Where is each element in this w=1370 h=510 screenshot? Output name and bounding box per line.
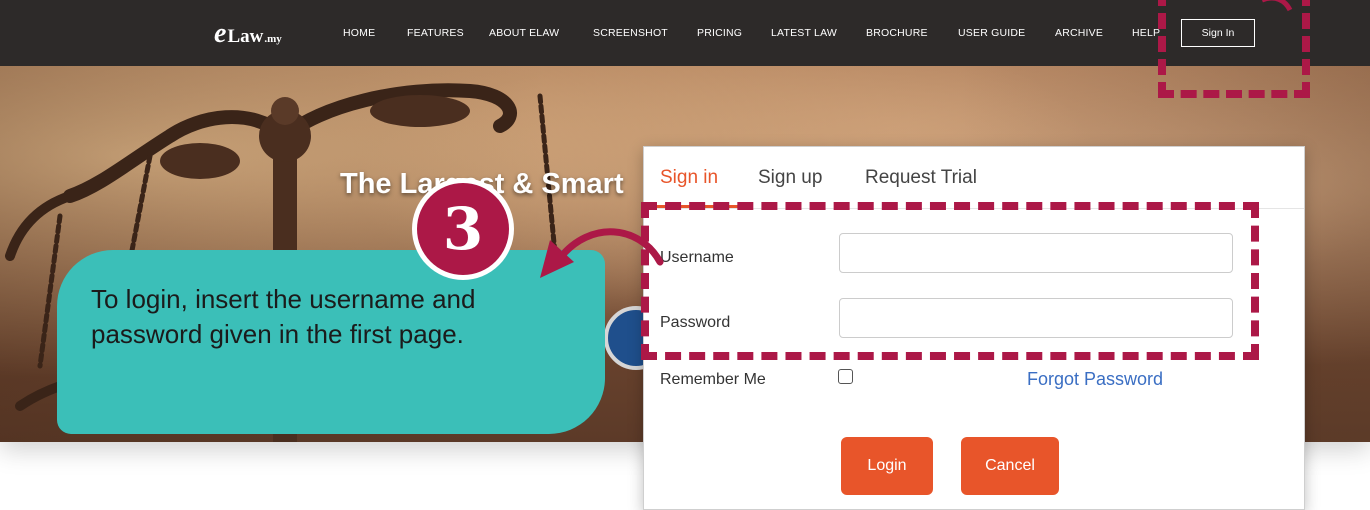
logo-mark: e [214, 18, 227, 49]
step-number-badge: 3 [412, 178, 514, 280]
nav-item-pricing[interactable]: PRICING [697, 27, 742, 39]
nav-item-features[interactable]: FEATURES [407, 27, 464, 39]
remember-me-label: Remember Me [660, 371, 766, 388]
nav-item-brochure[interactable]: BROCHURE [866, 27, 928, 39]
forgot-password-link[interactable]: Forgot Password [1027, 369, 1163, 390]
instruction-text: To login, insert the username and passwo… [91, 284, 476, 349]
tab-sign-up[interactable]: Sign up [758, 167, 822, 189]
step-number: 3 [417, 183, 509, 275]
sign-in-highlight-box [1158, 0, 1310, 98]
nav-item-screenshot[interactable]: SCREENSHOT [593, 27, 668, 39]
nav-item-latest-law[interactable]: LATEST LAW [771, 27, 837, 39]
instruction-callout: To login, insert the username and passwo… [57, 250, 605, 434]
nav-item-home[interactable]: HOME [343, 27, 375, 39]
credentials-highlight-box [641, 202, 1259, 360]
logo-suffix: .my [264, 33, 282, 45]
cancel-button[interactable]: Cancel [961, 437, 1059, 495]
nav-item-archive[interactable]: ARCHIVE [1055, 27, 1103, 39]
tab-request-trial[interactable]: Request Trial [865, 167, 977, 189]
nav-item-user-guide[interactable]: USER GUIDE [958, 27, 1025, 39]
tab-sign-in[interactable]: Sign in [660, 167, 718, 189]
remember-me-checkbox[interactable] [838, 369, 853, 384]
logo-text: Law [227, 26, 264, 47]
login-button[interactable]: Login [841, 437, 933, 495]
elaw-logo[interactable]: e Law .my [214, 18, 282, 50]
nav-item-about[interactable]: ABOUT ELAW [489, 27, 559, 39]
